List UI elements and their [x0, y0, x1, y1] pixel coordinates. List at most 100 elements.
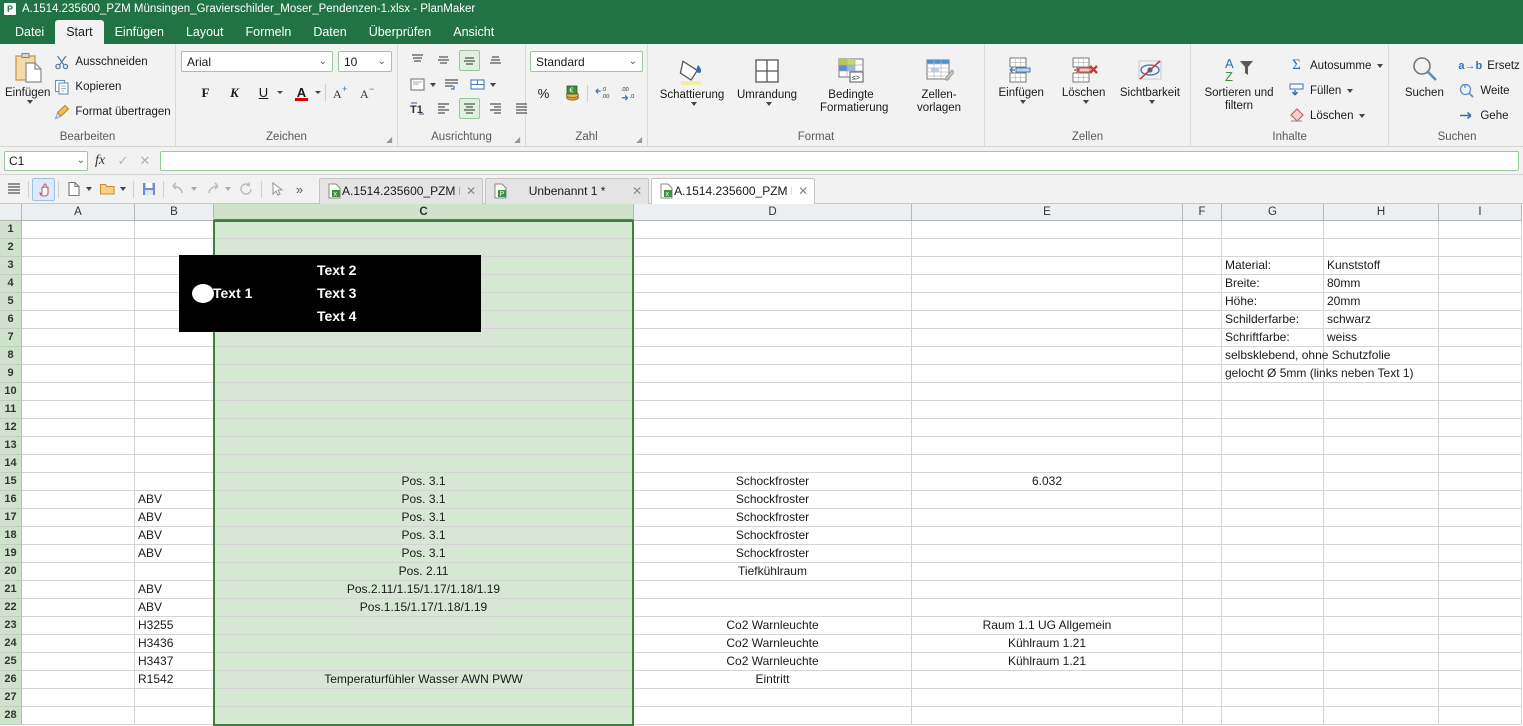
cell-I10[interactable] — [1439, 383, 1522, 401]
cell-H13[interactable] — [1324, 437, 1439, 455]
cell-A19[interactable] — [22, 545, 135, 563]
column-header-d[interactable]: D — [634, 204, 912, 221]
cell-D8[interactable] — [634, 347, 912, 365]
cell-I1[interactable] — [1439, 221, 1522, 239]
cell-F26[interactable] — [1183, 671, 1222, 689]
cell-C26[interactable]: Temperaturfühler Wasser AWN PWW — [214, 671, 634, 689]
delete-cells-dropdown-icon[interactable] — [1082, 100, 1089, 104]
row-header-7[interactable]: 7 — [0, 329, 22, 347]
column-header-g[interactable]: G — [1222, 204, 1324, 221]
cell-C27[interactable] — [214, 689, 634, 707]
cell-E21[interactable] — [912, 581, 1183, 599]
cell-G7[interactable]: Schriftfarbe: — [1222, 329, 1324, 347]
align-top-button[interactable] — [407, 50, 428, 71]
cell-B16[interactable]: ABV — [135, 491, 214, 509]
row-header-3[interactable]: 3 — [0, 257, 22, 275]
cell-B10[interactable] — [135, 383, 214, 401]
clear-button[interactable]: Löschen — [1288, 103, 1383, 128]
visibility-button[interactable]: Sichtbarkeit — [1115, 51, 1185, 104]
cell-F6[interactable] — [1183, 311, 1222, 329]
column-header-c[interactable]: C — [214, 204, 634, 221]
cell-H23[interactable] — [1324, 617, 1439, 635]
cell-B9[interactable] — [135, 365, 214, 383]
row-header-12[interactable]: 12 — [0, 419, 22, 437]
wrap-text-button[interactable] — [407, 74, 428, 95]
document-tab-2[interactable]: P Unbenannt 1 * ✕ — [485, 177, 650, 204]
align-bottom-button[interactable] — [485, 50, 506, 71]
menu-tab-einfuegen[interactable]: Einfügen — [104, 20, 175, 44]
cell-H14[interactable] — [1324, 455, 1439, 473]
cell-B18[interactable]: ABV — [135, 527, 214, 545]
cell-E14[interactable] — [912, 455, 1183, 473]
row-header-28[interactable]: 28 — [0, 707, 22, 725]
cell-D3[interactable] — [634, 257, 912, 275]
shrink-font-button[interactable]: A − — [357, 82, 378, 103]
cell-H11[interactable] — [1324, 401, 1439, 419]
cell-A6[interactable] — [22, 311, 135, 329]
cell-D1[interactable] — [634, 221, 912, 239]
cell-B19[interactable]: ABV — [135, 545, 214, 563]
cell-F16[interactable] — [1183, 491, 1222, 509]
cell-G22[interactable] — [1222, 599, 1324, 617]
cell-I23[interactable] — [1439, 617, 1522, 635]
cell-F23[interactable] — [1183, 617, 1222, 635]
cell-F5[interactable] — [1183, 293, 1222, 311]
cell-C15[interactable]: Pos. 3.1 — [214, 473, 634, 491]
row-header-5[interactable]: 5 — [0, 293, 22, 311]
cell-A3[interactable] — [22, 257, 135, 275]
font-size-combo[interactable]: 10 ⌄ — [338, 51, 392, 72]
cell-D25[interactable]: Co2 Warnleuchte — [634, 653, 912, 671]
autosum-button[interactable]: Σ Autosumme — [1288, 53, 1384, 78]
cell-E28[interactable] — [912, 707, 1183, 725]
align-middle-button-alt[interactable] — [433, 50, 454, 71]
cell-F9[interactable] — [1183, 365, 1222, 383]
merge-cells-button[interactable] — [467, 74, 488, 95]
percent-button[interactable]: % — [533, 83, 554, 104]
cell-I25[interactable] — [1439, 653, 1522, 671]
cell-E9[interactable] — [912, 365, 1183, 383]
cell-F18[interactable] — [1183, 527, 1222, 545]
cell-G20[interactable] — [1222, 563, 1324, 581]
cell-I17[interactable] — [1439, 509, 1522, 527]
cell-I5[interactable] — [1439, 293, 1522, 311]
cell-I16[interactable] — [1439, 491, 1522, 509]
column-header-e[interactable]: E — [912, 204, 1183, 221]
refresh-icon[interactable] — [235, 178, 258, 201]
touch-hand-icon[interactable] — [32, 177, 55, 201]
cell-C13[interactable] — [214, 437, 634, 455]
text-orientation-button[interactable]: T1 — [407, 98, 428, 119]
cell-F4[interactable] — [1183, 275, 1222, 293]
column-header-i[interactable]: I — [1439, 204, 1522, 221]
conditional-formatting-button[interactable]: ≤> Bedingte Formatierung — [803, 51, 899, 115]
cell-D28[interactable] — [634, 707, 912, 725]
row-header-4[interactable]: 4 — [0, 275, 22, 293]
cell-H2[interactable] — [1324, 239, 1439, 257]
cell-C18[interactable]: Pos. 3.1 — [214, 527, 634, 545]
autosum-dropdown-icon[interactable] — [1377, 63, 1384, 68]
cell-A20[interactable] — [22, 563, 135, 581]
currency-button[interactable]: € — [562, 83, 583, 104]
insert-cells-button[interactable]: Einfügen — [990, 51, 1052, 104]
cell-I11[interactable] — [1439, 401, 1522, 419]
cell-F8[interactable] — [1183, 347, 1222, 365]
document-tab-1[interactable]: x A.1514.235600_PZM Mü... ✕ — [319, 177, 484, 204]
cell-A15[interactable] — [22, 473, 135, 491]
row-header-22[interactable]: 22 — [0, 599, 22, 617]
cell-B17[interactable]: ABV — [135, 509, 214, 527]
close-icon[interactable]: ✕ — [466, 184, 476, 198]
goto-button[interactable]: Gehe — [1458, 103, 1519, 128]
cell-H25[interactable] — [1324, 653, 1439, 671]
cell-D5[interactable] — [634, 293, 912, 311]
cell-G11[interactable] — [1222, 401, 1324, 419]
replace-button[interactable]: a→b Ersetz — [1458, 53, 1519, 78]
cell-B12[interactable] — [135, 419, 214, 437]
cell-G14[interactable] — [1222, 455, 1324, 473]
cell-E10[interactable] — [912, 383, 1183, 401]
cell-H6[interactable]: schwarz — [1324, 311, 1439, 329]
cell-A12[interactable] — [22, 419, 135, 437]
number-format-combo[interactable]: Standard ⌄ — [530, 51, 643, 72]
cell-I12[interactable] — [1439, 419, 1522, 437]
engraving-label-graphic[interactable]: Text 1 Text 2 Text 3 Text 4 — [180, 256, 480, 331]
row-header-9[interactable]: 9 — [0, 365, 22, 383]
cell-C28[interactable] — [214, 707, 634, 725]
